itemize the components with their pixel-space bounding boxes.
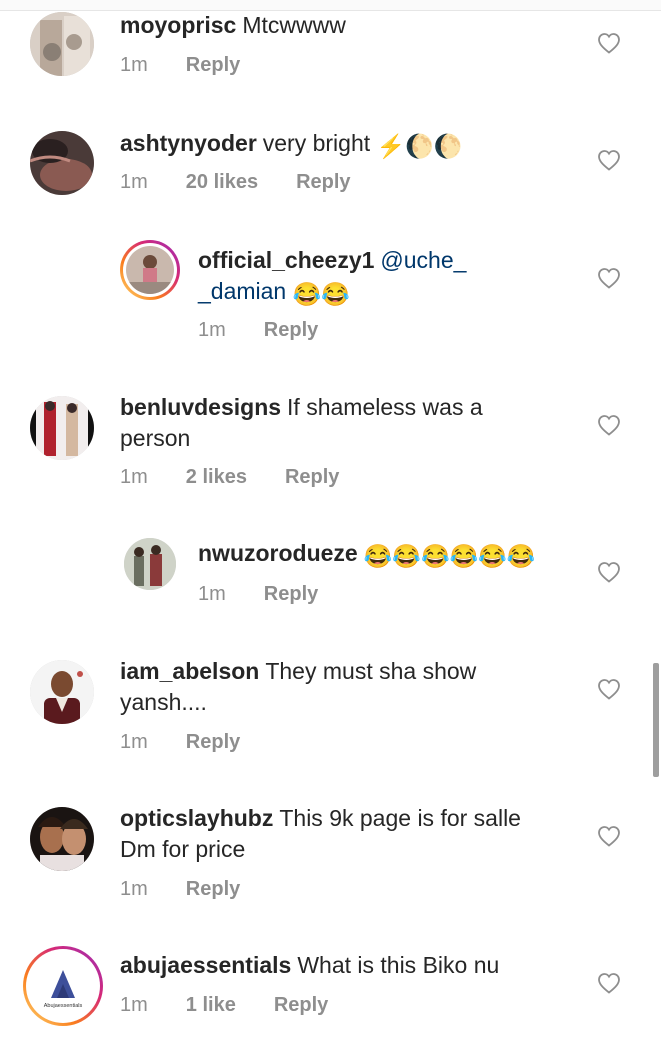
comment-text: This 9k page is for salle [279,805,521,831]
comment-username[interactable]: moyoprisc [120,12,236,38]
avatar[interactable] [30,12,94,76]
like-heart-icon[interactable] [597,267,621,289]
reply-button[interactable]: Reply [264,583,318,606]
comment-text: Dm for price [120,836,246,862]
emoji-text: 😂😂 [292,281,350,307]
like-heart-icon[interactable] [597,149,621,171]
comment-username[interactable]: abujaessentials [120,952,291,978]
reply-button[interactable]: Reply [296,171,350,194]
comment-username[interactable]: opticslayhubz [120,805,273,831]
svg-text:Abujaessentials: Abujaessentials [44,1003,83,1009]
comment-username[interactable]: nwuzorodueze [198,540,358,566]
emoji-text: ⚡🌔🌔 [376,133,463,159]
reply-button[interactable]: Reply [264,319,318,342]
comment-text: What is this Biko nu [297,952,500,978]
avatar[interactable] [30,807,94,871]
comment-text: person [120,425,191,451]
like-heart-icon[interactable] [597,972,621,994]
comment-text: very bright [262,130,371,156]
reply-button[interactable]: Reply [186,731,240,754]
avatar[interactable] [30,660,94,724]
mention-link[interactable]: _damian [198,278,286,304]
emoji-text: 😂😂😂😂😂😂 [363,543,536,569]
likes-count[interactable]: 2 likes [186,466,247,489]
comment-text: If shameless was a [287,394,483,420]
comment-username[interactable]: benluvdesigns [120,394,281,420]
comment-time: 1m [120,877,148,900]
comment-username[interactable]: official_cheezy1 [198,247,374,273]
comment-username[interactable]: ashtynyoder [120,130,257,156]
comment-time: 1m [120,53,148,76]
reply-button[interactable]: Reply [186,878,240,901]
comment-text: yansh.... [120,689,207,715]
comment-time: 1m [198,582,226,605]
like-heart-icon[interactable] [597,678,621,700]
comment-username[interactable]: iam_abelson [120,658,259,684]
likes-count[interactable]: 1 like [186,994,236,1017]
avatar[interactable] [120,240,180,300]
comment-time: 1m [120,465,148,488]
mention-link[interactable]: @uche_ [380,247,466,273]
comment-time: 1m [120,730,148,753]
avatar[interactable]: Abujaessentials [23,946,103,1026]
avatar[interactable] [124,538,176,590]
reply-button[interactable]: Reply [274,994,328,1017]
avatar[interactable] [30,131,94,195]
comment-time: 1m [120,993,148,1016]
avatar[interactable] [30,396,94,460]
reply-button[interactable]: Reply [186,54,240,77]
comment-time: 1m [120,170,148,193]
like-heart-icon[interactable] [597,414,621,436]
scrollbar-thumb[interactable] [653,663,659,777]
like-heart-icon[interactable] [597,561,621,583]
like-heart-icon[interactable] [597,825,621,847]
comment-time: 1m [198,318,226,341]
like-heart-icon[interactable] [597,32,621,54]
comment-text: They must sha show [265,658,477,684]
reply-button[interactable]: Reply [285,466,339,489]
brand-logo: Abujaessentials [44,970,83,1009]
comment-text: Mtcwwww [242,12,346,38]
likes-count[interactable]: 20 likes [186,171,258,194]
